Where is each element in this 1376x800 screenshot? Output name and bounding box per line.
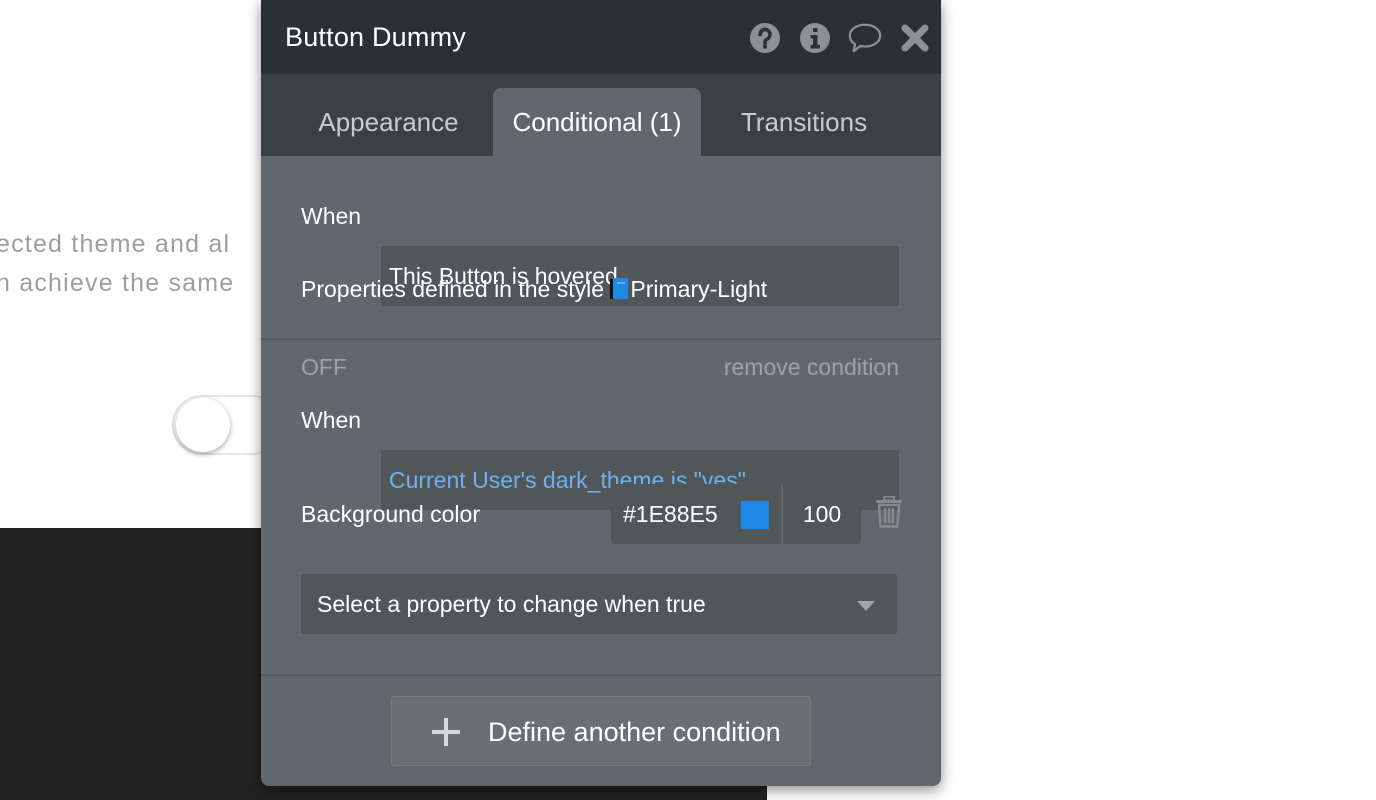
condition-status[interactable]: OFF [301,354,347,380]
property-editor-panel: Button Dummy Appearance Conditional (1) … [261,0,941,786]
define-another-condition-label: Define another condition [488,717,781,747]
background-text-line: n achieve the same [0,269,235,297]
chevron-down-icon [857,601,875,611]
tab-appearance[interactable]: Appearance [301,88,476,156]
condition-1-when-row: When This Button is hovered [301,186,899,306]
tab-conditional[interactable]: Conditional (1) [493,88,701,156]
trash-icon[interactable] [875,495,903,528]
property-select-dropdown[interactable]: Select a property to change when true [301,574,897,634]
plus-icon [432,718,460,746]
book-icon [610,278,629,300]
panel-title: Button Dummy [285,21,466,52]
section-divider [261,338,941,340]
panel-header[interactable]: Button Dummy [261,0,941,74]
condition-2-header: OFF remove condition [301,354,899,381]
when-label: When [301,203,362,229]
remove-condition-link[interactable]: remove condition [724,354,899,381]
color-picker: #1E88E5 100 [611,484,861,544]
opacity-input[interactable]: 100 [781,484,861,544]
condition-1-style-row: Properties defined in the style Primary-… [301,276,899,303]
define-another-condition-button[interactable]: Define another condition [391,696,811,766]
color-swatch[interactable] [741,501,769,529]
background-color-label: Background color [301,501,480,527]
tab-bar: Appearance Conditional (1) Transitions [261,74,941,156]
property-select-placeholder: Select a property to change when true [317,591,706,617]
info-icon[interactable] [797,20,833,56]
tab-transitions[interactable]: Transitions [719,88,889,156]
header-icons [747,20,933,56]
help-icon[interactable] [747,20,783,56]
color-hex-value: #1E88E5 [623,501,718,527]
style-name-link[interactable]: Primary-Light [630,276,767,302]
background-text-line: ected theme and al [0,230,231,258]
theme-toggle-knob[interactable] [176,398,230,452]
style-prefix-text: Properties defined in the style [301,276,611,302]
page: ected theme and al n achieve the same Bu… [0,0,1376,800]
color-hex-input[interactable]: #1E88E5 [611,484,781,544]
comment-icon[interactable] [847,20,883,56]
when-label: When [301,407,362,433]
condition-2-when-row: When Current User's dark_theme is "yes" [301,390,899,510]
section-divider [261,674,941,676]
close-icon[interactable] [897,20,933,56]
